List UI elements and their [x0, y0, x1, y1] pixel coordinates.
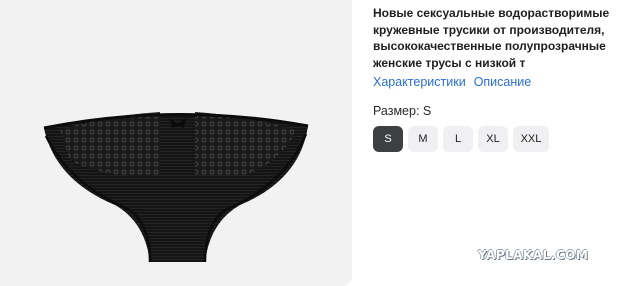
- size-option-s[interactable]: S: [373, 126, 403, 152]
- tab-characteristics[interactable]: Характеристики: [373, 75, 466, 89]
- size-label: Размер: S: [373, 104, 432, 118]
- product-title-line: кружевные трусики от производителя,: [373, 22, 605, 37]
- size-option-m[interactable]: M: [408, 126, 438, 152]
- lace-panties-image: [43, 112, 309, 263]
- product-title-line: женские трусы с низкой т: [373, 55, 526, 70]
- size-option-l[interactable]: L: [443, 126, 473, 152]
- product-title-line: Новые сексуальные водорастворимые: [373, 6, 610, 20]
- product-title[interactable]: Новые сексуальные водорастворимые кружев…: [373, 5, 635, 71]
- watermark: YAPLAKAL.COM: [478, 248, 589, 262]
- product-tabs: Характеристики Описание: [373, 75, 635, 89]
- size-option-xxl[interactable]: XXL: [513, 126, 549, 152]
- size-selector: S M L XL XXL: [373, 126, 635, 152]
- product-title-line: высококачественные полупрозрачные: [373, 39, 606, 53]
- product-image[interactable]: [0, 0, 352, 286]
- size-option-xl[interactable]: XL: [478, 126, 508, 152]
- product-info: Новые сексуальные водорастворимые кружев…: [373, 5, 635, 152]
- tab-description[interactable]: Описание: [474, 75, 532, 89]
